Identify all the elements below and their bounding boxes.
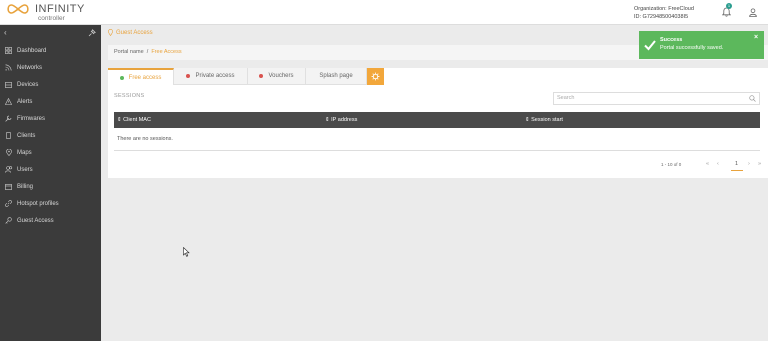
organization-name: Organization: FreeCloud [634,6,694,12]
sidebar-item-label: Devices [17,81,39,88]
page-title: Guest Access [108,29,153,36]
sidebar: ‹ Dashboard Networks Devices Alerts Firm… [0,25,101,341]
next-page-button[interactable]: › [748,161,750,167]
sidebar-item-label: Alerts [17,98,33,105]
sessions-panel: Free access Private access Vouchers Spla… [108,68,768,178]
logo-name: INFINITY [35,3,85,15]
billing-icon [4,182,13,191]
notification-badge: 1 [726,3,732,9]
collapse-sidebar-icon[interactable]: ‹ [4,28,7,37]
sidebar-item-label: Maps [17,149,32,156]
map-pin-icon [4,148,13,157]
tab-splash-page[interactable]: Splash page [306,68,367,85]
logo-subtitle: controller [38,15,65,22]
logo[interactable]: INFINITY controller [5,2,105,24]
top-header: INFINITY controller Organization: FreeCl… [0,0,768,25]
table-empty-row: There are no sessions. [114,128,760,151]
status-dot-icon [119,75,124,80]
sidebar-item-devices[interactable]: Devices [0,77,101,92]
sidebar-item-alerts[interactable]: Alerts [0,94,101,109]
sidebar-item-networks[interactable]: Networks [0,60,101,75]
current-page-indicator [731,170,743,171]
tab-bar: Free access Private access Vouchers Spla… [108,68,384,85]
sidebar-item-billing[interactable]: Billing [0,179,101,194]
status-dot-icon [259,74,264,78]
search-input[interactable]: Search [553,92,760,105]
column-ip-address[interactable]: ⇕ IP address [325,117,357,123]
alert-icon [4,97,13,106]
sidebar-item-users[interactable]: Users [0,162,101,177]
pagination-info: 1 - 10 of 0 [661,162,682,167]
toast-title: Success [660,37,683,43]
pagination: « ‹ 1 › » [703,160,761,171]
prev-page-button[interactable]: ‹ [717,161,719,167]
close-icon[interactable]: × [754,34,758,41]
settings-button[interactable] [367,68,384,85]
tab-label: Splash page [319,73,353,79]
sidebar-item-hotspot-profiles[interactable]: Hotspot profiles [0,196,101,211]
status-dot-icon [186,74,191,78]
infinity-logo-icon [7,4,29,14]
sidebar-item-label: Clients [17,132,36,139]
checkmark-icon [644,40,656,51]
tab-label: Private access [195,73,235,79]
sidebar-item-label: Firmwares [17,115,45,122]
tab-vouchers[interactable]: Vouchers [248,68,306,85]
search-icon [749,95,756,102]
users-icon [4,165,13,174]
organization-info: Organization: FreeCloud ID: G72948500403… [634,5,694,21]
sidebar-item-label: Users [17,166,33,173]
sidebar-item-guest-access[interactable]: Guest Access [0,213,101,228]
search-placeholder: Search [557,95,575,101]
sidebar-item-label: Dashboard [17,47,47,54]
user-icon[interactable] [749,8,757,17]
sidebar-item-dashboard[interactable]: Dashboard [0,43,101,58]
device-icon [4,80,13,89]
map-pin-icon [108,29,113,36]
sidebar-item-maps[interactable]: Maps [0,145,101,160]
sidebar-item-label: Billing [17,183,34,190]
sidebar-item-clients[interactable]: Clients [0,128,101,143]
tab-private-access[interactable]: Private access [174,68,248,85]
tab-label: Vouchers [268,73,294,79]
phone-icon [4,131,13,140]
pin-icon[interactable] [88,29,96,37]
table-header: ⇕ Client MAC ⇕ IP address ⇕ Session star… [114,112,760,128]
wifi-icon [4,63,13,72]
organization-id: ID: G729485004038I5 [634,14,689,20]
column-session-start[interactable]: ⇕ Session start [525,117,563,123]
mouse-cursor-icon [183,247,190,257]
breadcrumb-separator: / [146,49,149,55]
last-page-button[interactable]: » [758,161,761,167]
sidebar-item-label: Networks [17,64,43,71]
breadcrumb-current: Free Access [151,49,182,55]
first-page-button[interactable]: « [706,161,709,167]
dashboard-icon [4,46,13,55]
sidebar-item-firmwares[interactable]: Firmwares [0,111,101,126]
breadcrumb-portal[interactable]: Portal name [114,49,144,55]
key-icon [4,216,13,225]
success-toast: Success Portal successfully saved. × [639,31,764,59]
gear-icon [371,72,380,81]
page-1-button[interactable]: 1 [735,161,738,167]
tab-label: Free access [128,74,162,81]
sidebar-item-label: Hotspot profiles [17,200,59,207]
sidebar-item-label: Guest Access [17,217,54,224]
page-title-text: Guest Access [116,29,153,36]
wrench-icon [4,114,13,123]
column-client-mac[interactable]: ⇕ Client MAC [117,117,151,123]
toast-message: Portal successfully saved. [660,45,724,51]
sidebar-toggle-bar: ‹ [0,25,101,41]
tab-free-access[interactable]: Free access [108,68,174,85]
link-icon [4,199,13,208]
section-heading: SESSIONS [114,93,145,99]
empty-message: There are no sessions. [117,136,173,142]
